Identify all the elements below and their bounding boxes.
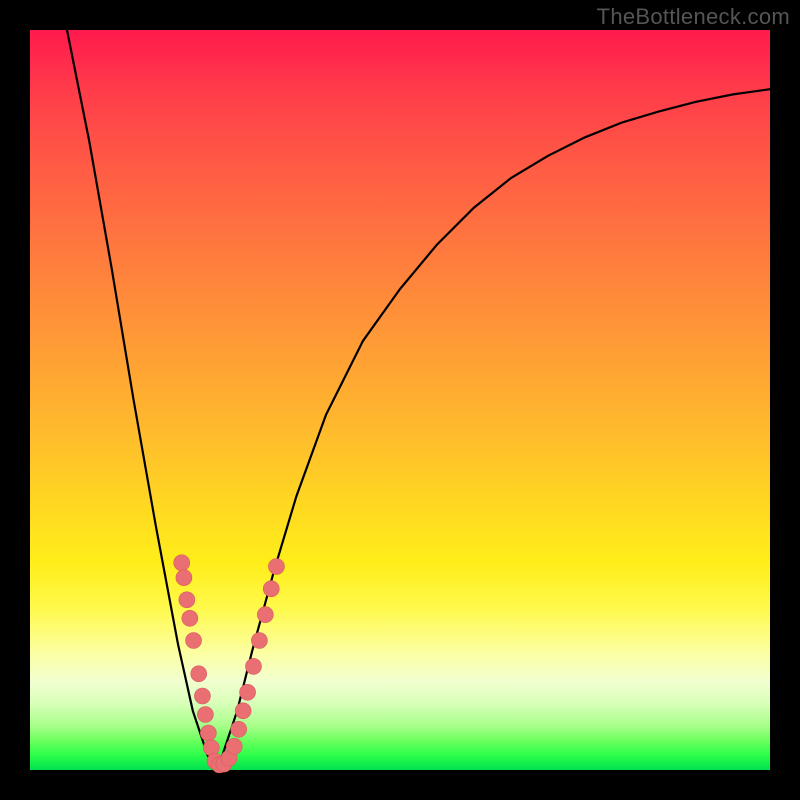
curve-marker (257, 607, 273, 623)
curve-marker (182, 610, 198, 626)
chart-frame: TheBottleneck.com (0, 0, 800, 800)
curve-markers (174, 555, 285, 773)
curve-marker (179, 592, 195, 608)
curve-marker (174, 555, 190, 571)
watermark-text: TheBottleneck.com (597, 4, 790, 30)
curve-marker (200, 725, 216, 741)
curve-marker (197, 707, 213, 723)
bottleneck-curve (67, 30, 770, 770)
curve-marker (194, 688, 210, 704)
curve-marker (263, 581, 279, 597)
curve-marker (240, 684, 256, 700)
curve-marker (176, 570, 192, 586)
curve-marker (191, 666, 207, 682)
curve-marker (226, 738, 242, 754)
curve-marker (231, 721, 247, 737)
bottleneck-curve-svg (30, 30, 770, 770)
plot-area (30, 30, 770, 770)
curve-marker (186, 633, 202, 649)
curve-marker (235, 703, 251, 719)
curve-marker (245, 658, 261, 674)
curve-marker (268, 559, 284, 575)
curve-marker (251, 633, 267, 649)
